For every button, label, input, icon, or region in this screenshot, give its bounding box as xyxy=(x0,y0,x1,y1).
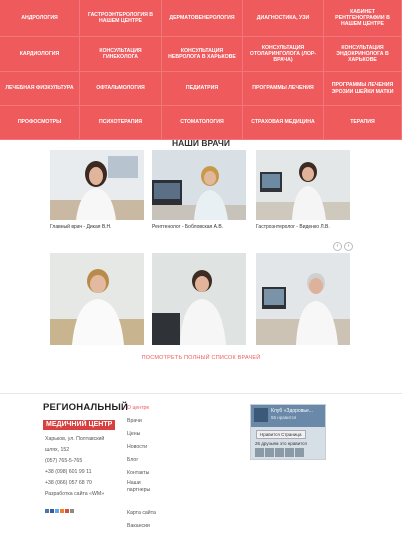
menu-item-dermatovenerology[interactable]: Дерматовенерология xyxy=(162,0,243,37)
footer-link-prices[interactable]: Цены xyxy=(127,428,156,441)
doctor-card[interactable]: Рентгенолог - Бобловская А.В. xyxy=(152,150,246,232)
footer-link-sitemap[interactable]: Карта сайта xyxy=(127,507,156,520)
facebook-icon[interactable] xyxy=(50,509,54,513)
doctor-photo[interactable] xyxy=(50,253,144,345)
menu-item-diagnostics[interactable]: Диагностика, УЗИ xyxy=(243,0,324,37)
social-widget[interactable]: Клуб «Здоровье... 55 нравится Нравится С… xyxy=(250,404,326,460)
google-plus-icon[interactable] xyxy=(65,509,69,513)
doctor-photo[interactable] xyxy=(152,253,246,345)
footer-link-vacancies[interactable]: Вакансии xyxy=(127,520,156,533)
share-icon[interactable] xyxy=(70,509,74,513)
address-line-2: шлях, 152 xyxy=(45,447,70,453)
menu-item-gynecologist[interactable]: Консультация гинеколога xyxy=(80,37,162,72)
phone-2: +38 (098) 601 99 11 xyxy=(45,469,92,475)
odnoklassniki-icon[interactable] xyxy=(60,509,64,513)
phone-3: +38 (066) 057 68 70 xyxy=(45,480,92,486)
footer-link-doctors[interactable]: Врачи xyxy=(127,415,156,428)
doctor-photo[interactable] xyxy=(256,253,350,345)
footer-logo[interactable]: РЕГИОНАЛЬНЫЙ МЕДИЧНИЙ ЦЕНТР xyxy=(43,403,128,431)
footer-link-blog[interactable]: Блог xyxy=(127,454,156,467)
menu-item-erosion-programs[interactable]: Программы лечения эрозии шейки матки xyxy=(324,72,402,106)
menu-item-andrology[interactable]: Андрология xyxy=(0,0,80,37)
social-icons xyxy=(45,509,74,513)
doctor-card[interactable]: Главный врач - Дикая В.Н. xyxy=(50,150,144,232)
doctor-card[interactable] xyxy=(152,253,246,348)
menu-item-endocrinologist[interactable]: Консультация эндокринолога в Харькове xyxy=(324,37,402,72)
developer-credit[interactable]: Разработка сайта «WM» xyxy=(45,489,125,500)
widget-faces xyxy=(255,448,304,457)
doctor-photo[interactable] xyxy=(50,150,144,220)
widget-friends: 26 друзьям это нравится xyxy=(255,441,307,446)
menu-item-xray[interactable]: Кабинет рентгенографии в нашем центре xyxy=(324,0,402,37)
menu-row-4: Профосмотры Психотерапия Стоматология Ст… xyxy=(0,106,402,140)
menu-row-2: Кардиология Консультация гинеколога Конс… xyxy=(0,37,402,72)
doctor-caption: Главный врач - Дикая В.Н. xyxy=(50,224,112,230)
menu-item-psychotherapy[interactable]: Психотерапия xyxy=(80,106,162,140)
footer-divider xyxy=(0,393,402,394)
widget-title[interactable]: Клуб «Здоровье... xyxy=(271,408,313,414)
menu-item-therapy[interactable]: Терапия xyxy=(324,106,402,140)
doctor-photo[interactable] xyxy=(152,150,246,220)
footer-contacts: Харьков, ул. Полтавский шлях, 152 (057) … xyxy=(45,434,125,500)
doctor-caption: Гастроэнтеролог - Виденко Л.В. xyxy=(256,224,330,230)
friend-avatar[interactable] xyxy=(285,448,294,457)
footer-link-partners[interactable]: Наши xyxy=(127,480,156,487)
all-doctors-link[interactable]: Посмотреть полный список врачей xyxy=(0,355,402,361)
menu-item-checkups[interactable]: Профосмотры xyxy=(0,106,80,140)
widget-likes: 55 нравится xyxy=(271,415,297,420)
menu-item-ent[interactable]: Консультация отоларинголога (лор-врача) xyxy=(243,37,324,72)
footer-links: О центре Врачи Цены Новости Блог Контакт… xyxy=(127,402,156,533)
logo-line-2: МЕДИЧНИЙ ЦЕНТР xyxy=(43,420,116,430)
menu-item-dentistry[interactable]: Стоматология xyxy=(162,106,243,140)
carousel-next-icon[interactable]: › xyxy=(344,242,353,251)
menu-item-neurologist[interactable]: Консультация невролога в Харькове xyxy=(162,37,243,72)
menu-item-pediatrics[interactable]: Педиатрия xyxy=(162,72,243,106)
vk-icon[interactable] xyxy=(45,509,49,513)
category-menu: Андрология Гастроэнтерология в нашем цен… xyxy=(0,0,402,140)
carousel-nav: ‹ › xyxy=(333,242,353,251)
friend-avatar[interactable] xyxy=(295,448,304,457)
friend-avatar[interactable] xyxy=(265,448,274,457)
logo-line-1: РЕГИОНАЛЬНЫЙ xyxy=(43,402,128,413)
twitter-icon[interactable] xyxy=(55,509,59,513)
doctor-card[interactable] xyxy=(256,253,350,348)
menu-item-programs[interactable]: Программы лечения xyxy=(243,72,324,106)
menu-item-gastroenterology[interactable]: Гастроэнтерология в нашем центре xyxy=(80,0,162,37)
menu-row-3: Лечебная физкультура Офтальмология Педиа… xyxy=(0,72,402,106)
footer-link-contacts[interactable]: Контакты xyxy=(127,467,156,480)
doctors-section-title: НАШИ ВРАЧИ xyxy=(172,138,230,148)
doctor-caption: Рентгенолог - Бобловская А.В. xyxy=(152,224,224,230)
friend-avatar[interactable] xyxy=(255,448,264,457)
doctor-card[interactable]: Гастроэнтеролог - Виденко Л.В. xyxy=(256,150,350,232)
doctor-photo[interactable] xyxy=(256,150,350,220)
carousel-prev-icon[interactable]: ‹ xyxy=(333,242,342,251)
menu-item-insurance[interactable]: Страховая медицина xyxy=(243,106,324,140)
menu-item-cardiology[interactable]: Кардиология xyxy=(0,37,80,72)
widget-thumbnail xyxy=(254,408,268,422)
menu-item-physiotherapy[interactable]: Лечебная физкультура xyxy=(0,72,80,106)
footer-link-about[interactable]: О центре xyxy=(127,402,156,415)
address-line-1: Харьков, ул. Полтавский xyxy=(45,436,105,442)
footer-link-spacer xyxy=(127,494,156,507)
doctor-card[interactable] xyxy=(50,253,144,348)
phone-1: (057) 765-5-765 xyxy=(45,458,83,464)
friend-avatar[interactable] xyxy=(275,448,284,457)
footer-link-news[interactable]: Новости xyxy=(127,441,156,454)
footer-link-partners-2[interactable]: партнеры xyxy=(127,487,156,494)
widget-like-button[interactable]: Нравится Страница xyxy=(256,430,306,439)
menu-row-1: Андрология Гастроэнтерология в нашем цен… xyxy=(0,0,402,37)
menu-item-ophthalmology[interactable]: Офтальмология xyxy=(80,72,162,106)
